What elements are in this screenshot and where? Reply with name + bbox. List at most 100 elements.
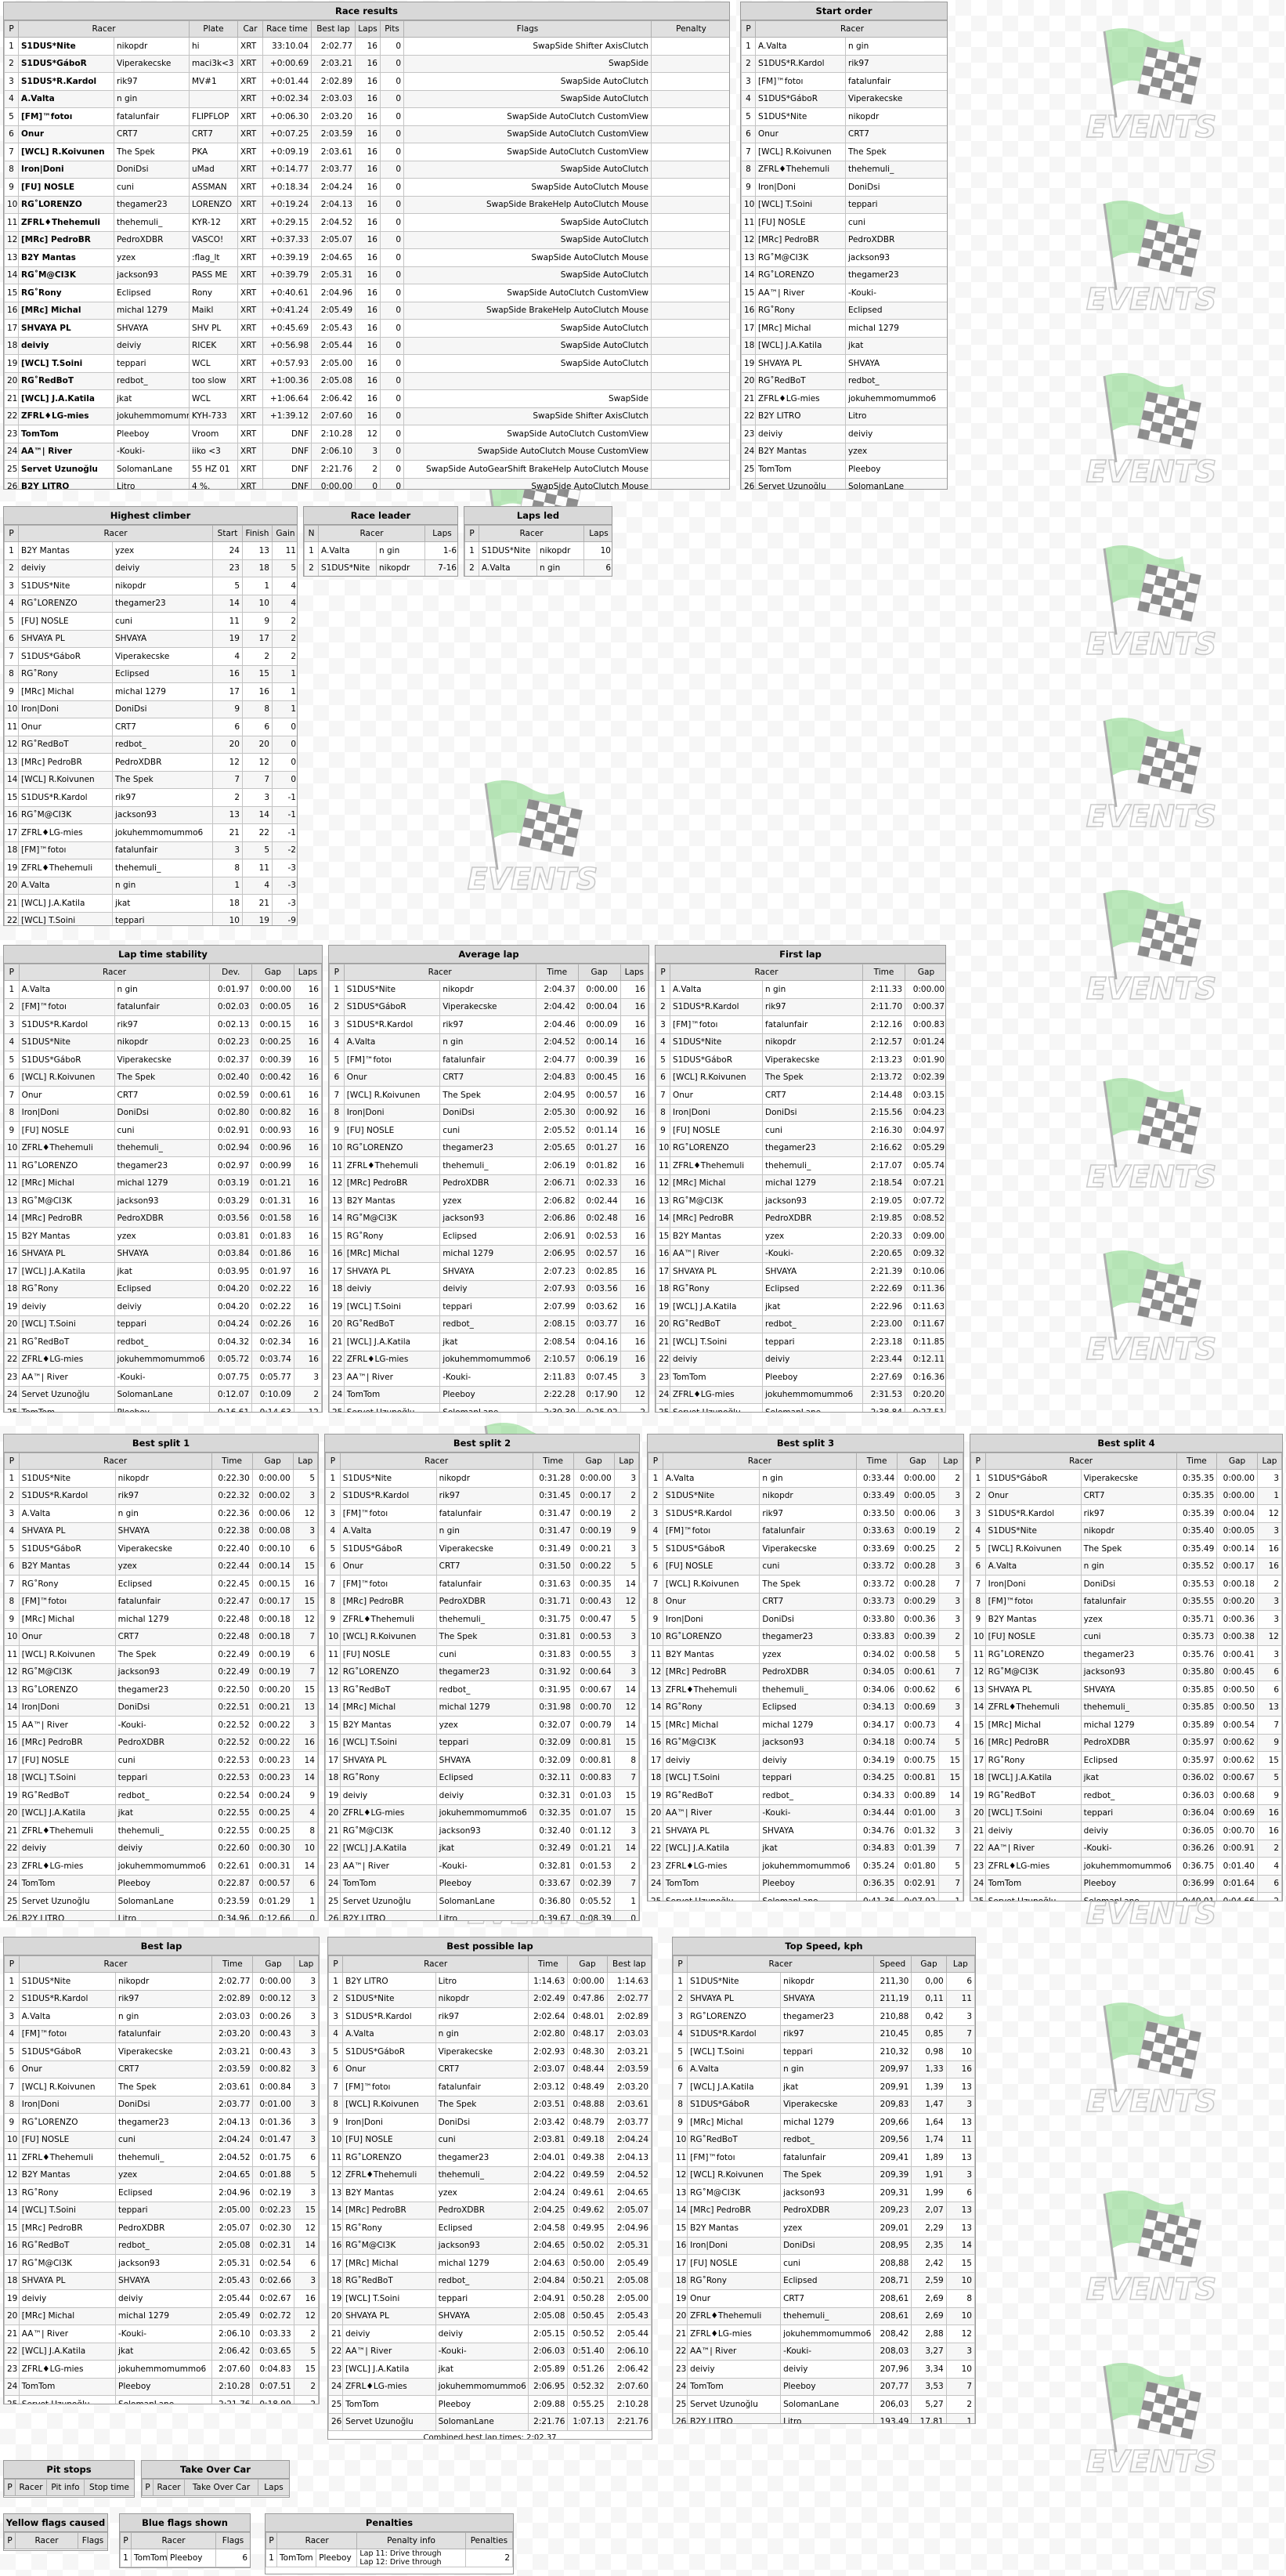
table-cell: 2:04.37 [535, 980, 579, 999]
table-cell: [WCL] R.Koivunen [984, 1539, 1082, 1558]
table-row: 8 Iron|Doni DoniDsi 0:02.80 0:00.82 16 [4, 1103, 322, 1122]
table-cell: 19 [329, 1297, 345, 1316]
table-cell: Iron|Doni [18, 1103, 115, 1122]
table-cell: 0,42 [911, 2007, 947, 2026]
table-header-row: P Racer Time Gap Lap [648, 1453, 963, 1470]
table-cell: 12 [620, 1385, 648, 1404]
table-cell: 0 [380, 425, 404, 443]
table-cell: nikopdr [439, 980, 536, 999]
table-cell: 0:07.45 [577, 1368, 621, 1387]
table-row: 25 Servet Uzunoğlu SolomanLane 0:36.80 0:05.… [325, 1892, 639, 1911]
table-cell: 0:00.39 [577, 1051, 621, 1069]
table-cell: 16 [293, 1279, 322, 1298]
table-cell: SHVAYA PL [18, 1244, 115, 1263]
table-cell: 0:50.45 [567, 2306, 608, 2325]
table-cell: 24 [648, 1874, 663, 1893]
table-cell: thegamer23 [439, 1138, 536, 1157]
table-cell: jokuhemmomummo6 [845, 389, 947, 408]
table-cell: [MRc] PedroBR [662, 1662, 760, 1681]
table-cell: n gin [762, 980, 863, 999]
table-header-row: P Racer Laps [464, 525, 612, 542]
table-row: 2 S1DUS*R.Kardol rik97 0:31.45 0:00.17 2 [325, 1486, 639, 1505]
table-cell: 6 [1256, 1662, 1282, 1681]
table-header-row: P Racer Flags [120, 2532, 250, 2549]
table-cell: [MRc] PedroBR [339, 1592, 437, 1611]
table-cell: 0:00.25 [251, 1822, 294, 1840]
table-cell: 0 [380, 354, 404, 373]
table-cell: 22 [970, 1839, 986, 1858]
table-row: 18 [WCL] T.Soini teppari 0:34.25 0:00.81 15 [648, 1768, 963, 1787]
table-cell: 6 [648, 1557, 663, 1576]
table-cell: 0:03.81 [209, 1227, 253, 1246]
table-cell: Pleeboy [114, 1874, 212, 1893]
table-cell: 0:00.43 [252, 2024, 294, 2043]
table-cell: 21 [4, 2325, 20, 2343]
table-cell: 0:00.25 [897, 1539, 939, 1558]
table-cell: thegamer23 [112, 594, 213, 613]
table-cell: Viperakecske [115, 2042, 213, 2061]
table-cell: 13 [4, 248, 19, 267]
table-cell: rik97 [435, 2007, 529, 2026]
table-cell: 0:03.56 [577, 1279, 621, 1298]
table-cell: 1 [464, 541, 479, 560]
table-cell: KYR-12 [189, 213, 238, 232]
table-cell: 20 [656, 1315, 670, 1333]
table-cell: 14 [613, 1716, 639, 1735]
table-cell: 0 [380, 371, 404, 390]
table-cell: A.Valta [18, 2007, 117, 2026]
table-row: 20 AA™| River -Kouki- 0:34.44 0:01.00 3 [648, 1804, 963, 1822]
table-cell: 0:00.04 [577, 997, 621, 1016]
table-cell: cuni [1080, 1627, 1177, 1646]
table-cell: 0:04.24 [209, 1315, 253, 1333]
table-cell: 16 [620, 1138, 648, 1157]
table-cell: deiviy [687, 2360, 782, 2379]
column-header: Flags [403, 20, 652, 38]
table-cell: teppari [115, 2201, 213, 2220]
table-cell: jackson93 [1080, 1662, 1177, 1681]
table-row: 2 S1DUS*Nite nikopdr 0:33.49 0:00.05 3 [648, 1486, 963, 1505]
table-cell: FLIPFLOP [189, 107, 238, 126]
table-cell: 0:00.00 [567, 1972, 608, 1991]
table-cell: 2 [1256, 1892, 1282, 1901]
table-cell: 0:00.79 [573, 1716, 615, 1735]
table-cell: yzex [762, 1227, 863, 1246]
table-cell: 0:00.25 [251, 1804, 294, 1822]
table-cell: 4 [292, 1804, 318, 1822]
table-cell: KYH-733 [189, 407, 238, 425]
table-cell: Eclipsed [114, 284, 190, 302]
table-cell: 3 [613, 1469, 639, 1488]
table-row: 7 S1DUS*GáboR Viperakecske 4 2 2 [4, 647, 297, 666]
table-cell: 0 [380, 442, 404, 461]
table-cell: 2:03.03 [606, 2024, 652, 2043]
table-cell: 6 [293, 2148, 319, 2167]
table-cell: RG˚RedBoT [18, 371, 114, 390]
table-cell: SwapSide AutoClutch [403, 230, 652, 249]
table-cell: 1 [613, 1892, 639, 1911]
table-cell: 4 [242, 876, 273, 895]
table-cell: Viperakecske [435, 2042, 529, 2061]
table-cell: 2:02.77 [211, 1972, 254, 1991]
table-cell: 0:02.94 [209, 1138, 253, 1157]
table-cell: 0:49.38 [567, 2148, 608, 2167]
table-cell: 1 [4, 980, 20, 999]
column-header: Racer [18, 1453, 212, 1470]
table-cell: cuni [115, 2130, 213, 2149]
table-cell: 3 [328, 2007, 344, 2026]
table-cell: 16 [355, 319, 381, 338]
table-cell: 2:04.25 [528, 2201, 569, 2220]
table-cell: fatalunfair [435, 2078, 529, 2097]
table-cell: +0:41.24 [262, 301, 312, 320]
table-cell: 0:35.80 [1176, 1662, 1218, 1681]
events-logo-text: EVENTS [1086, 971, 1216, 1006]
table-cell: 2 [937, 1539, 963, 1558]
table-cell: B2Y LITRO [342, 1972, 436, 1991]
table-row: 17 SHVAYA PL SHVAYA SHV PL XRT +0:45.69 2:05.4… [4, 319, 729, 338]
table-cell: DoniDsi [759, 1610, 857, 1629]
table-cell: AA™| River [18, 442, 114, 461]
table-cell: 2,42 [911, 2254, 947, 2273]
table-cell: 0:01.83 [251, 1227, 294, 1246]
table-cell: Onur [18, 1627, 116, 1646]
table-row: 21 deiviy deiviy 2:05.15 0:50.52 2:05.44 [328, 2325, 652, 2343]
table-cell: XRT [237, 389, 263, 408]
table-cell: 0:22.55 [211, 1822, 253, 1840]
